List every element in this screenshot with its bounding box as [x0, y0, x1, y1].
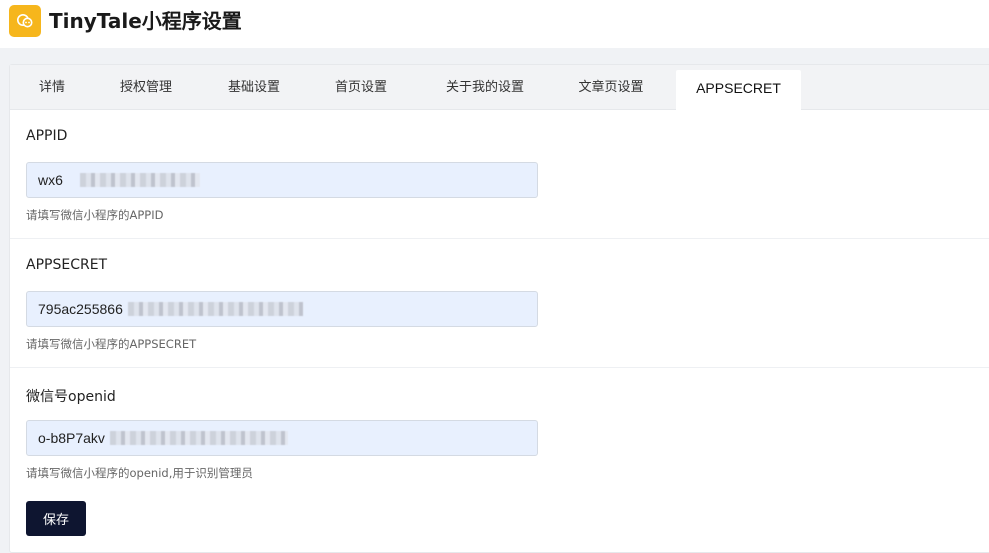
save-button[interactable]: 保存: [26, 501, 86, 536]
tab-bar: 详情 授权管理 基础设置 首页设置 关于我的设置 文章页设置 APPSECRET: [10, 65, 989, 110]
openid-help: 请填写微信小程序的openid,用于识别管理员: [26, 466, 253, 480]
redaction-mask: [110, 431, 288, 445]
tab-auth-management[interactable]: 授权管理: [109, 70, 183, 110]
tab-details[interactable]: 详情: [26, 70, 78, 110]
tab-about-me-settings[interactable]: 关于我的设置: [430, 70, 540, 110]
redaction-mask: [128, 302, 303, 316]
tab-basic-settings[interactable]: 基础设置: [215, 70, 293, 110]
appid-label: APPID: [26, 128, 68, 144]
chat-bubble-icon: [9, 5, 41, 37]
redaction-mask: [80, 173, 200, 187]
openid-label: 微信号openid: [26, 389, 116, 405]
appsecret-help: 请填写微信小程序的APPSECRET: [26, 337, 197, 351]
appid-help: 请填写微信小程序的APPID: [26, 208, 164, 222]
divider: [10, 238, 989, 239]
divider: [10, 367, 989, 368]
page-title: TinyTale小程序设置: [49, 9, 242, 33]
top-bar: TinyTale小程序设置: [0, 0, 989, 48]
tab-article-settings[interactable]: 文章页设置: [570, 70, 652, 110]
appsecret-label: APPSECRET: [26, 257, 108, 273]
tab-home-settings[interactable]: 首页设置: [325, 70, 397, 110]
tab-appsecret[interactable]: APPSECRET: [676, 70, 801, 110]
settings-card: 详情 授权管理 基础设置 首页设置 关于我的设置 文章页设置 APPSECRET…: [9, 64, 989, 553]
